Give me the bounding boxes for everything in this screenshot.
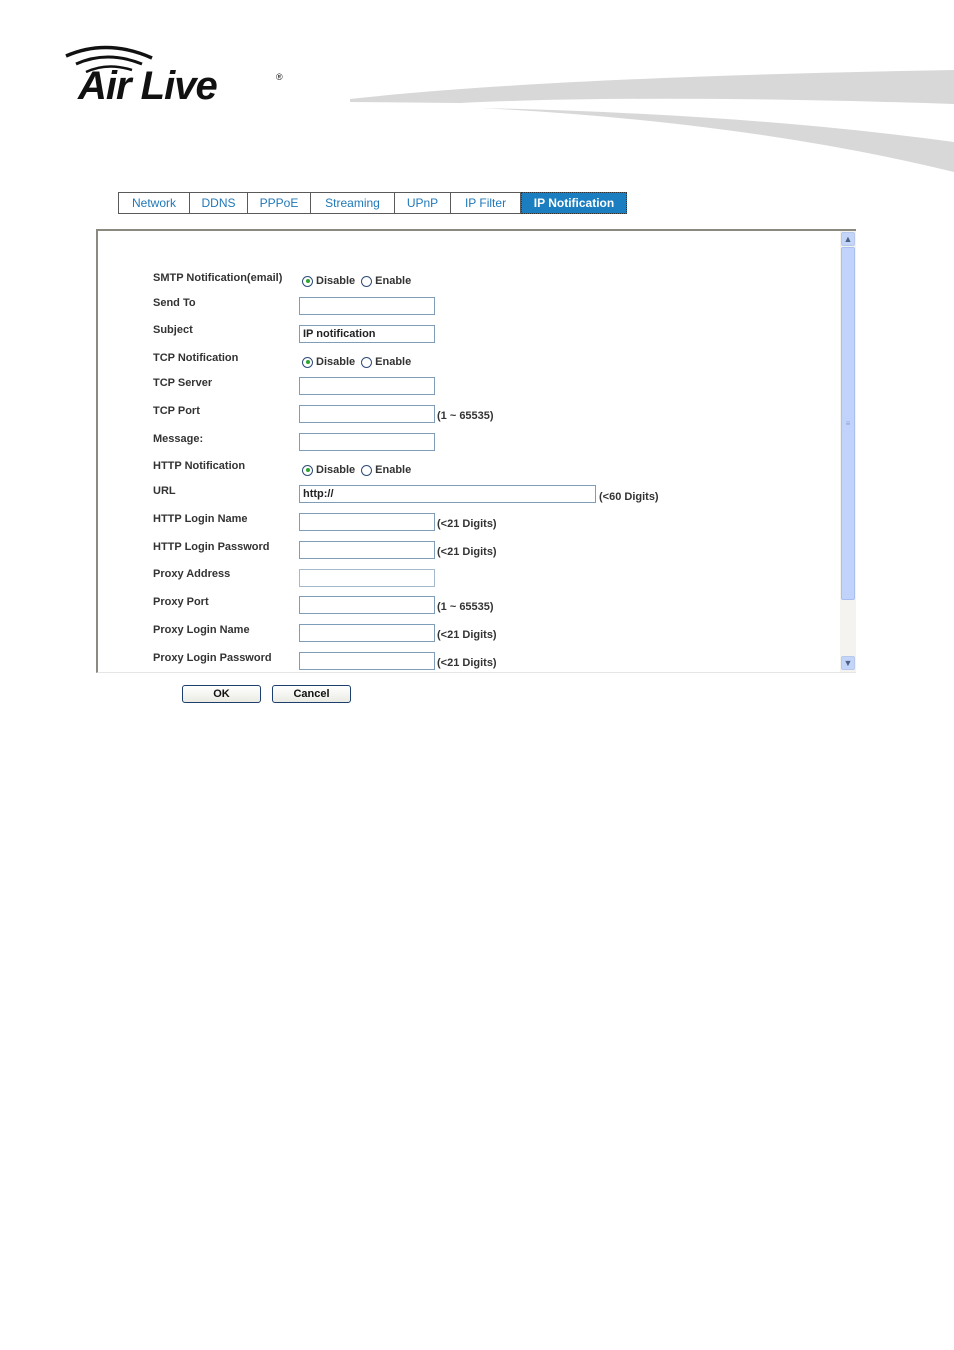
- proxy-address-label: Proxy Address: [153, 568, 231, 580]
- tcp-disable-radio[interactable]: [302, 356, 313, 368]
- tab-ip-notification[interactable]: IP Notification: [521, 192, 627, 214]
- smtp-notification-radio-group: Disable Enable: [302, 275, 417, 287]
- subject-input[interactable]: IP notification: [299, 325, 435, 343]
- url-input[interactable]: http://: [299, 485, 596, 503]
- http-disable-label: Disable: [316, 464, 356, 476]
- proxy-login-password-input[interactable]: [299, 652, 435, 670]
- ok-button[interactable]: OK: [182, 685, 261, 703]
- http-enable-radio[interactable]: [361, 464, 373, 476]
- header-swoosh-decoration: [350, 70, 954, 172]
- subject-label: Subject: [153, 324, 193, 336]
- tab-streaming[interactable]: Streaming: [311, 192, 395, 214]
- brand-name: Air Live: [78, 64, 218, 108]
- tcp-server-label: TCP Server: [153, 377, 213, 389]
- send-to-label: Send To: [153, 297, 196, 309]
- vertical-scrollbar[interactable]: ▲ ≡ ▼: [840, 231, 856, 672]
- cancel-button[interactable]: Cancel: [272, 685, 351, 703]
- proxy-login-name-label: Proxy Login Name: [153, 624, 250, 636]
- airlive-logo: Air Live ®: [62, 42, 287, 108]
- chevron-down-icon: ▼: [843, 658, 853, 668]
- http-login-password-label: HTTP Login Password: [153, 541, 270, 553]
- http-login-name-hint: (<21 Digits): [437, 518, 497, 530]
- http-disable-radio[interactable]: [302, 464, 313, 476]
- http-notification-label: HTTP Notification: [153, 460, 246, 472]
- ip-notification-frame: SMTP Notification(email) Disable Enable …: [96, 229, 856, 673]
- smtp-enable-radio[interactable]: [361, 275, 373, 287]
- tcp-server-input[interactable]: [299, 377, 435, 395]
- tcp-enable-label: Enable: [375, 356, 412, 368]
- tab-ip-filter[interactable]: IP Filter: [451, 192, 521, 214]
- tab-ddns[interactable]: DDNS: [190, 192, 248, 214]
- tcp-disable-label: Disable: [316, 356, 356, 368]
- proxy-login-name-hint: (<21 Digits): [437, 629, 497, 641]
- tcp-port-label: TCP Port: [153, 405, 200, 417]
- proxy-login-password-hint: (<21 Digits): [437, 657, 497, 669]
- http-notification-radio-group: Disable Enable: [302, 464, 417, 476]
- message-input[interactable]: [299, 433, 435, 451]
- chevron-up-icon: ▲: [843, 234, 853, 244]
- tab-network[interactable]: Network: [118, 192, 190, 214]
- http-login-password-input[interactable]: [299, 541, 435, 559]
- url-label: URL: [153, 485, 176, 497]
- proxy-login-name-input[interactable]: [299, 624, 435, 642]
- proxy-login-password-label: Proxy Login Password: [153, 652, 272, 664]
- message-label: Message:: [153, 433, 204, 445]
- tab-upnp[interactable]: UPnP: [395, 192, 451, 214]
- scroll-down-button[interactable]: ▼: [841, 656, 855, 670]
- tcp-port-hint: (1 ~ 65535): [437, 410, 494, 422]
- http-login-name-label: HTTP Login Name: [153, 513, 248, 525]
- proxy-address-input[interactable]: [299, 569, 435, 587]
- tab-pppoe[interactable]: PPPoE: [248, 192, 311, 214]
- scroll-up-button[interactable]: ▲: [841, 232, 855, 246]
- tcp-enable-radio[interactable]: [361, 356, 373, 368]
- http-enable-label: Enable: [375, 464, 412, 476]
- settings-tabs: Network DDNS PPPoE Streaming UPnP IP Fil…: [118, 192, 627, 214]
- tcp-notification-label: TCP Notification: [153, 352, 239, 364]
- registered-mark: ®: [276, 72, 283, 82]
- http-login-name-input[interactable]: [299, 513, 435, 531]
- proxy-port-hint: (1 ~ 65535): [437, 601, 494, 613]
- smtp-enable-label: Enable: [375, 275, 412, 287]
- proxy-port-input[interactable]: [299, 596, 435, 614]
- send-to-input[interactable]: [299, 297, 435, 315]
- smtp-disable-radio[interactable]: [302, 275, 313, 287]
- smtp-disable-label: Disable: [316, 275, 356, 287]
- grip-icon: ≡: [845, 419, 851, 428]
- tcp-port-input[interactable]: [299, 405, 435, 423]
- proxy-port-label: Proxy Port: [153, 596, 209, 608]
- url-hint: (<60 Digits): [599, 491, 659, 503]
- tcp-notification-radio-group: Disable Enable: [302, 356, 417, 368]
- scrollbar-thumb[interactable]: ≡: [841, 247, 855, 600]
- smtp-notification-label: SMTP Notification(email): [153, 272, 283, 284]
- http-login-password-hint: (<21 Digits): [437, 546, 497, 558]
